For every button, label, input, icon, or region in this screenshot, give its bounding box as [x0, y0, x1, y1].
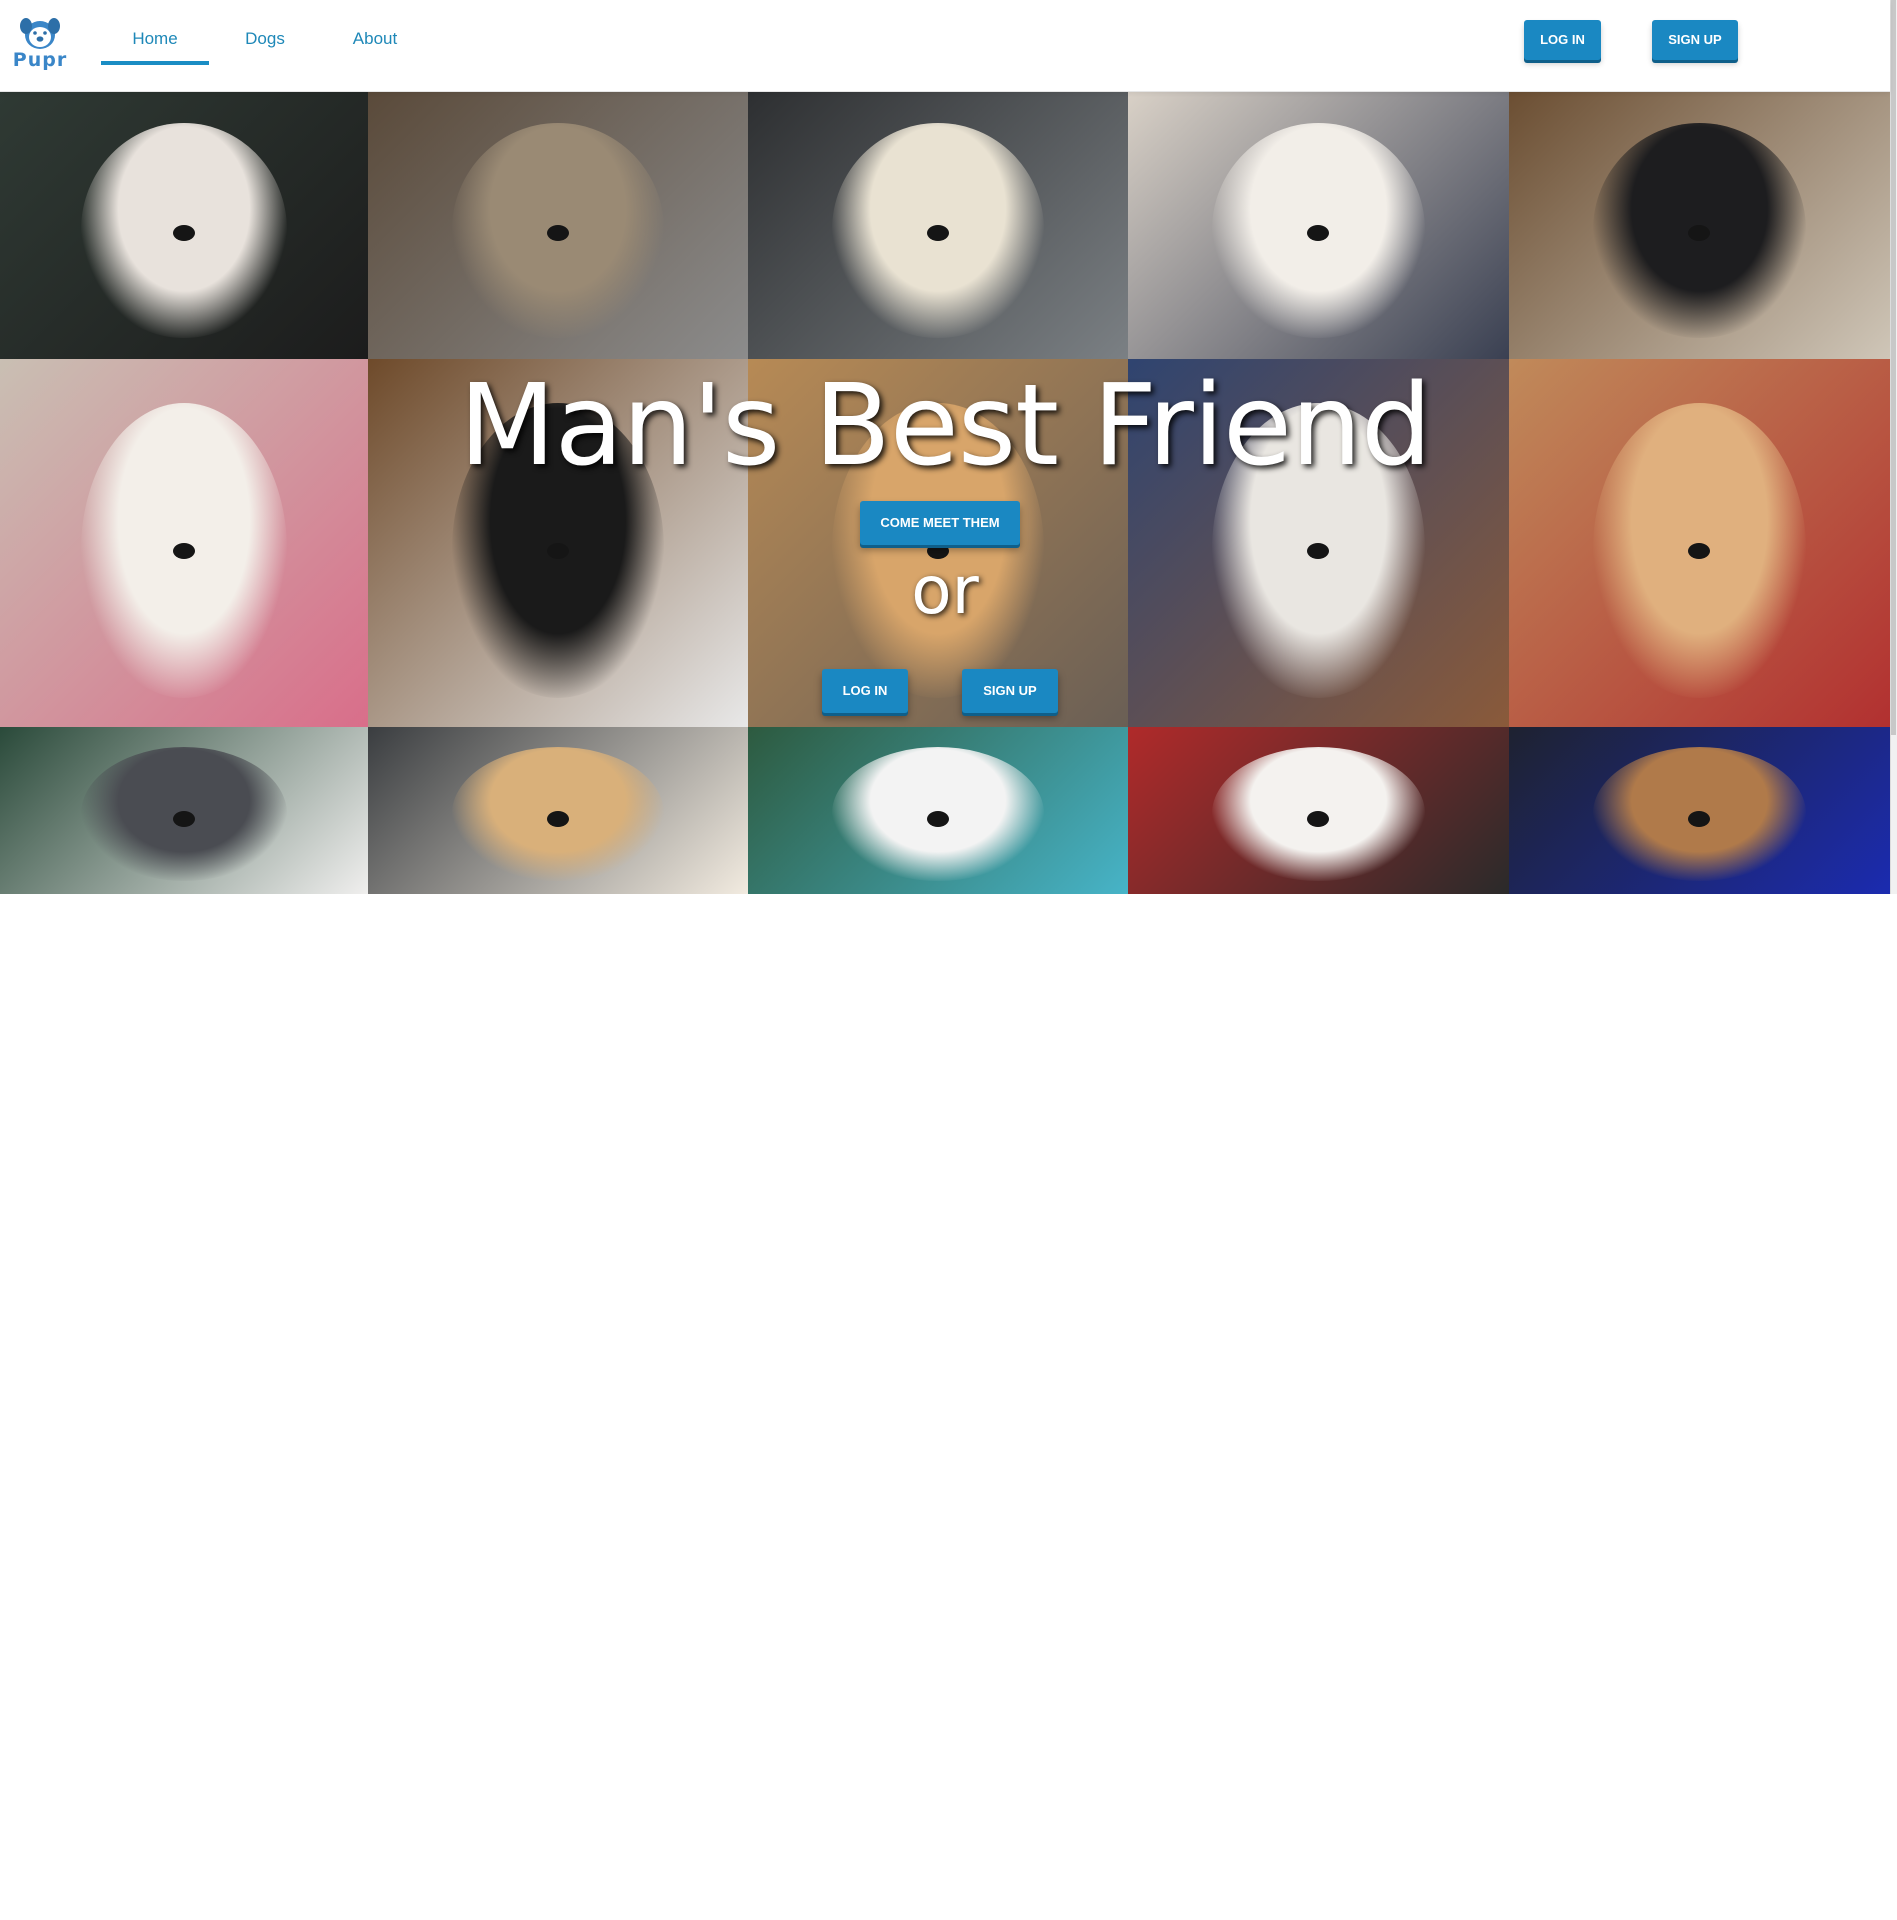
page-scrollbar-thumb[interactable] [1891, 0, 1896, 735]
come-meet-them-button[interactable]: COME MEET THEM [860, 501, 1020, 545]
nav-link-dogs[interactable]: Dogs [210, 0, 320, 91]
dog-photo-tile [1509, 727, 1890, 894]
page: Pupr Home Dogs About LOG IN SIGN UP Man'… [0, 0, 1897, 1920]
puppy-nose [172, 810, 195, 827]
dog-photo-tile [368, 91, 748, 359]
dog-photo-tile [748, 727, 1128, 894]
hero-title: Man's Best Friend [458, 361, 1432, 491]
nav-link-home[interactable]: Home [100, 0, 210, 91]
top-navbar: Pupr Home Dogs About LOG IN SIGN UP [0, 0, 1890, 92]
brand-logo[interactable]: Pupr [12, 14, 68, 74]
puppy-nose [546, 810, 569, 827]
hero-or-text: or [911, 552, 979, 629]
dog-photo-tile [1128, 91, 1509, 359]
dog-photo-tile [1509, 91, 1890, 359]
puppy-nose [926, 225, 949, 241]
hero-section: Man's Best Friend COME MEET THEM or LOG … [0, 91, 1890, 894]
dog-photo-tile [1128, 727, 1509, 894]
puppy-nose [1307, 225, 1330, 241]
puppy-nose [172, 225, 195, 241]
dog-photo-tile [0, 727, 368, 894]
dog-photo-tile [0, 91, 368, 359]
dog-photo-tile [368, 727, 748, 894]
nav-link-about[interactable]: About [320, 0, 430, 91]
puppy-nose [926, 810, 949, 827]
hero-signup-button[interactable]: SIGN UP [962, 669, 1058, 713]
puppy-nose [1688, 810, 1711, 827]
puppy-nose [1688, 225, 1711, 241]
nav-signup-button[interactable]: SIGN UP [1652, 20, 1738, 60]
dog-photo-tile [748, 91, 1128, 359]
dog-face-icon [20, 18, 60, 49]
nav-links: Home Dogs About [100, 0, 430, 91]
puppy-nose [1307, 810, 1330, 827]
puppy-nose [546, 225, 569, 241]
hero-login-button[interactable]: LOG IN [822, 669, 908, 713]
nav-login-button[interactable]: LOG IN [1524, 20, 1601, 60]
brand-name: Pupr [12, 49, 68, 71]
